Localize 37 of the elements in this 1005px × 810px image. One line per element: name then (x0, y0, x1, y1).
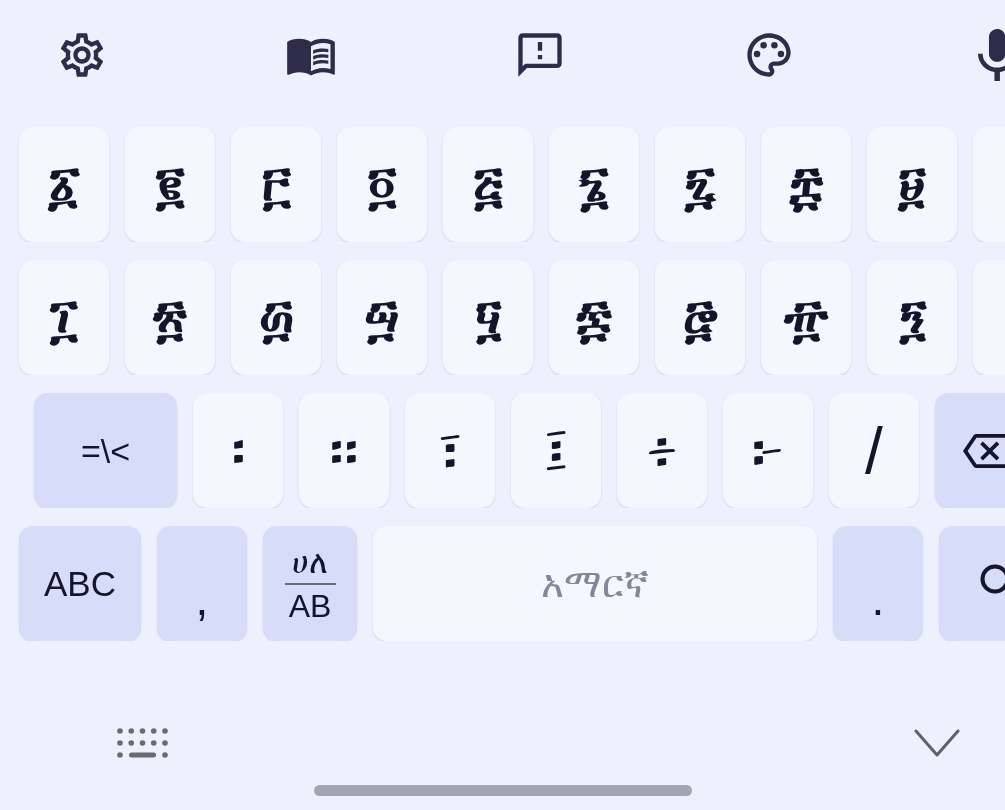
digit-key[interactable]: ፱ (867, 127, 957, 242)
digit-key[interactable]: ፩ (19, 127, 109, 242)
digit-key[interactable]: ፷ (549, 260, 639, 375)
punctuation-key[interactable]: ፡ (193, 393, 283, 508)
digit-key[interactable]: ፭ (443, 127, 533, 242)
digit-key[interactable]: ፬ (337, 127, 427, 242)
punctuation-key[interactable]: ። (299, 393, 389, 508)
letters-key[interactable]: ABC (19, 526, 141, 641)
digit-key[interactable]: ፲ (19, 260, 109, 375)
digit-key[interactable]: ፸ (655, 260, 745, 375)
punctuation-key[interactable]: ፣ (405, 393, 495, 508)
punctuation-key[interactable]: ፤ (511, 393, 601, 508)
search-key[interactable] (939, 526, 1005, 641)
punctuation-key[interactable]: , (157, 526, 247, 641)
punctuation-key[interactable]: / (829, 393, 919, 508)
search-icon (980, 563, 1005, 594)
backspace-icon (963, 433, 1005, 468)
keyboard-hide-icon[interactable] (117, 728, 168, 758)
digit-key[interactable]: ፴ (231, 260, 321, 375)
digit-key[interactable]: ፵ (337, 260, 427, 375)
punctuation-key[interactable]: . (833, 526, 923, 641)
digit-key[interactable]: ፳ (125, 260, 215, 375)
digit-key[interactable]: ፫ (231, 127, 321, 242)
digit-key[interactable]: ፰ (761, 127, 851, 242)
punctuation-key[interactable]: ፦ (723, 393, 813, 508)
language-switch-key[interactable]: ሀለ AB (263, 526, 357, 641)
chevron-down-icon[interactable] (914, 729, 960, 757)
digit-key[interactable]: ፺ (867, 260, 957, 375)
digit-key[interactable]: ፹ (761, 260, 851, 375)
digit-key[interactable]: ፶ (443, 260, 533, 375)
punctuation-key[interactable]: ፥ (617, 393, 707, 508)
digit-key[interactable]: ፯ (655, 127, 745, 242)
backspace-key[interactable] (935, 393, 1005, 508)
digit-key[interactable]: ፪ (125, 127, 215, 242)
microphone-icon[interactable] (978, 28, 1005, 81)
digit-key[interactable]: ፮ (549, 127, 639, 242)
symbols-key[interactable]: =\< (34, 393, 177, 508)
